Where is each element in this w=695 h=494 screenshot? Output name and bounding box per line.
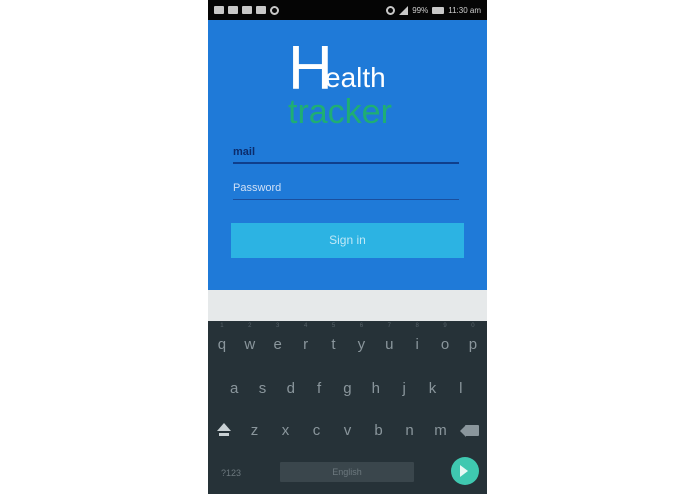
key-t[interactable]: t (322, 332, 346, 358)
number-hint: 8 (415, 323, 419, 329)
app-logo: H ealth tracker (288, 38, 418, 131)
number-hint: 6 (359, 323, 364, 329)
arrow-right-icon (460, 465, 468, 477)
key-x[interactable]: x (274, 418, 298, 444)
number-hint: 1 (220, 323, 224, 329)
key-r[interactable]: r (294, 332, 318, 358)
key-e[interactable]: e (266, 332, 290, 358)
key-c[interactable]: c (305, 418, 329, 444)
logo-word: ealth (325, 62, 386, 93)
phone-screen: 99% 11:30 am H ealth tracker mail Passwo… (208, 0, 487, 494)
keyboard-bottom-row: ?123 English (208, 457, 487, 491)
status-system: 99% 11:30 am (386, 5, 481, 15)
password-input[interactable]: Password (233, 178, 459, 200)
key-v[interactable]: v (336, 418, 360, 444)
key-f[interactable]: f (307, 376, 331, 402)
key-p[interactable]: p (461, 332, 485, 358)
space-key[interactable]: English (280, 462, 414, 482)
keyboard-row-2: a s d f g h j k l (208, 376, 487, 402)
key-s[interactable]: s (250, 376, 274, 402)
backspace-icon[interactable] (459, 418, 484, 444)
key-d[interactable]: d (279, 376, 303, 402)
key-b[interactable]: b (367, 418, 391, 444)
notification-icon (214, 6, 224, 14)
message-icon (228, 6, 238, 14)
number-hint: 4 (303, 323, 308, 329)
content-divider (208, 290, 487, 321)
number-hint: 2 (248, 323, 252, 329)
keyboard-row-1: q w e r t y u i o p (208, 332, 487, 358)
number-hints: 1 2 3 4 5 6 7 8 9 0 (208, 323, 487, 331)
shift-icon[interactable] (212, 418, 236, 444)
key-h[interactable]: h (364, 376, 388, 402)
key-w[interactable]: w (238, 332, 262, 358)
gallery-icon (256, 6, 266, 14)
mail-input[interactable]: mail (233, 142, 459, 164)
enter-key[interactable] (451, 457, 479, 485)
symbols-key[interactable]: ?123 (216, 464, 246, 482)
key-q[interactable]: q (210, 332, 234, 358)
key-l[interactable]: l (449, 376, 473, 402)
key-o[interactable]: o (433, 332, 457, 358)
number-hint: 7 (387, 323, 391, 329)
key-j[interactable]: j (392, 376, 416, 402)
key-g[interactable]: g (335, 376, 359, 402)
signal-icon (399, 5, 409, 15)
key-i[interactable]: i (405, 332, 429, 358)
key-z[interactable]: z (243, 418, 267, 444)
battery-percent: 99% (412, 5, 429, 15)
status-bar: 99% 11:30 am (208, 0, 487, 20)
login-screen: H ealth tracker mail Password Sign in (208, 20, 487, 290)
key-k[interactable]: k (420, 376, 444, 402)
key-m[interactable]: m (429, 418, 453, 444)
soft-keyboard: 1 2 3 4 5 6 7 8 9 0 q w e r t y u i o p … (208, 321, 487, 494)
number-hint: 3 (276, 323, 280, 329)
key-a[interactable]: a (222, 376, 246, 402)
number-hint: 9 (443, 323, 447, 329)
number-hint: 5 (331, 323, 336, 329)
number-hint: 0 (471, 323, 475, 329)
key-y[interactable]: y (349, 332, 373, 358)
keyboard-row-3: z x c v b n m (208, 418, 487, 444)
video-icon (242, 6, 252, 14)
wifi-icon (386, 5, 396, 15)
key-u[interactable]: u (377, 332, 401, 358)
sign-in-button[interactable]: Sign in (231, 223, 464, 258)
battery-icon (432, 6, 445, 14)
sync-icon (270, 5, 279, 15)
key-n[interactable]: n (398, 418, 422, 444)
status-notifications (214, 5, 279, 15)
status-time: 11:30 am (448, 5, 481, 15)
logo-subtitle: tracker (288, 93, 392, 131)
